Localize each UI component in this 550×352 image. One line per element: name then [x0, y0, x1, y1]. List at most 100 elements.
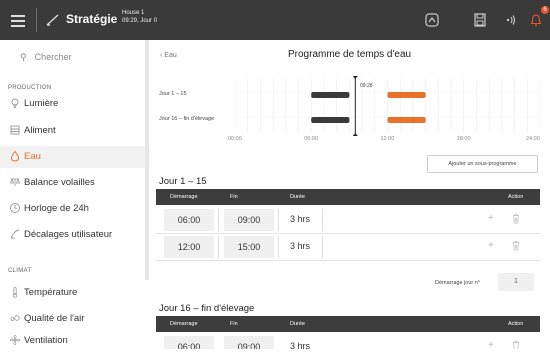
end-time-field[interactable]: 15:00: [224, 236, 274, 258]
lightbulb-icon: [11, 98, 19, 108]
divider: [322, 236, 323, 258]
offset-icon: [10, 229, 20, 239]
trash-icon[interactable]: [512, 240, 520, 251]
header-action: Action: [508, 321, 524, 327]
table-row: 12:00 15:00 3 hrs +: [156, 234, 540, 261]
x-tick-label: 00:00: [228, 136, 242, 142]
divider: [278, 209, 279, 231]
schedule-bar: [387, 92, 426, 98]
section-production: PRODUCTION: [8, 85, 52, 91]
group-title: Jour 1 – 15: [159, 176, 207, 187]
table-header: Démarrage Fin Durée Action: [156, 189, 540, 205]
header-end: Fin: [230, 194, 238, 200]
nav-item-aliment[interactable]: Aliment: [0, 120, 145, 142]
x-tick-label: 18:00: [456, 136, 471, 142]
start-time-field[interactable]: 06:00: [164, 336, 214, 349]
start-time-field[interactable]: 06:00: [164, 209, 214, 231]
back-label: Eau: [164, 52, 177, 59]
nav-item-label: Décalages utilisateur: [24, 229, 113, 240]
menu-icon[interactable]: [11, 12, 25, 28]
header-duration: Durée: [290, 194, 305, 200]
bell-icon[interactable]: [528, 12, 544, 28]
current-time-marker: [352, 133, 358, 136]
divider: [218, 209, 219, 231]
duration-value: 3 hrs: [290, 214, 311, 224]
house-info[interactable]: House 1 09:29, Jour 0: [122, 9, 157, 25]
x-tick-label: 24:00: [526, 136, 540, 142]
end-time-field[interactable]: 09:00: [224, 209, 274, 231]
nav-item-eau[interactable]: Eau: [0, 146, 145, 168]
save-icon[interactable]: [472, 12, 488, 28]
strategy-icon: [46, 14, 59, 26]
header-action: Action: [508, 194, 524, 200]
add-subprogram-button[interactable]: Ajouter un sous-programme: [427, 155, 538, 173]
schedule-bar: [387, 117, 426, 123]
chart-row-label: Jour 1 – 15: [159, 91, 187, 97]
divider: [322, 209, 323, 231]
table-header: Démarrage Fin Durée Action: [156, 316, 540, 332]
start-day-label: Démarrage jour n°: [435, 280, 480, 286]
section-climat: CLIMAT: [8, 268, 32, 274]
start-time-field[interactable]: 12:00: [164, 236, 214, 258]
sidebar-scrollbar[interactable]: [145, 40, 149, 280]
feed-icon: [10, 125, 20, 135]
trash-icon[interactable]: [512, 213, 520, 224]
table-row: 06:00 09:00 3 hrs +: [156, 207, 540, 234]
nav-item-lumiere[interactable]: Lumière: [0, 93, 145, 115]
water-drop-icon: [10, 150, 20, 162]
nav-item-label: Ventilation: [24, 335, 68, 346]
trash-icon[interactable]: [512, 340, 520, 349]
group-title: Jour 16 – fin d'élevage: [159, 303, 255, 314]
app-title: Stratégie: [66, 12, 118, 26]
header-start: Démarrage: [170, 321, 198, 327]
table-row: 06:00 09:00 3 hrs +: [156, 334, 540, 349]
nav-item-label: Lumière: [24, 98, 59, 109]
search-box[interactable]: ⚲ Chercher: [20, 52, 72, 63]
nav-item-label: Température: [24, 287, 78, 298]
x-tick-label: 12:00: [380, 136, 395, 142]
nav-item-decalages[interactable]: Décalages utilisateur: [0, 224, 145, 246]
x-tick-label: 06:00: [304, 136, 319, 142]
add-icon[interactable]: +: [488, 340, 494, 349]
scale-icon: [9, 177, 21, 186]
add-icon[interactable]: +: [488, 213, 494, 224]
end-time-field[interactable]: 09:00: [224, 336, 274, 349]
page-title: Programme de temps d'eau: [288, 49, 412, 60]
schedule-chart: [235, 76, 540, 136]
divider: [36, 8, 37, 32]
schedule-bar: [311, 117, 350, 123]
fan-icon: [10, 335, 20, 345]
notification-badge: 6: [541, 6, 549, 14]
nav-item-temperature[interactable]: Température: [0, 282, 145, 304]
nav-item-label: Balance volailles: [24, 177, 95, 188]
nav-item-balance[interactable]: Balance volailles: [0, 172, 145, 194]
header-start: Démarrage: [170, 194, 198, 200]
top-bar: Stratégie House 1 09:29, Jour 0 6: [0, 0, 550, 40]
nav-item-label: Eau: [24, 151, 41, 162]
nav-item-label: Qualité de l'air: [24, 313, 85, 324]
search-input[interactable]: Chercher: [35, 52, 72, 62]
duration-value: 3 hrs: [290, 341, 311, 349]
nav-item-qualite-air[interactable]: Qualité de l'air: [0, 308, 145, 330]
schedule-bar: [311, 92, 350, 98]
start-day-field[interactable]: 1: [498, 273, 534, 291]
air-quality-icon: [10, 315, 20, 321]
current-time-label: 09:28: [360, 83, 373, 89]
gauge-icon[interactable]: [424, 12, 440, 28]
thermometer-icon: [12, 287, 18, 298]
back-link[interactable]: ‹ Eau: [160, 52, 177, 59]
house-time: 09:29, Jour 0: [122, 18, 158, 24]
nav-item-horloge[interactable]: Horloge de 24h: [0, 198, 145, 220]
divider: [278, 236, 279, 258]
clock-icon: [10, 203, 20, 213]
header-duration: Durée: [290, 321, 305, 327]
add-icon[interactable]: +: [488, 240, 494, 251]
header-end: Fin: [230, 321, 238, 327]
house-name: House 1: [122, 10, 145, 16]
nav-item-label: Aliment: [24, 125, 56, 136]
divider: [218, 236, 219, 258]
duration-value: 3 hrs: [290, 241, 311, 251]
search-icon: ⚲: [20, 52, 27, 62]
current-time-marker: [352, 76, 358, 79]
wifi-icon[interactable]: [500, 12, 516, 28]
